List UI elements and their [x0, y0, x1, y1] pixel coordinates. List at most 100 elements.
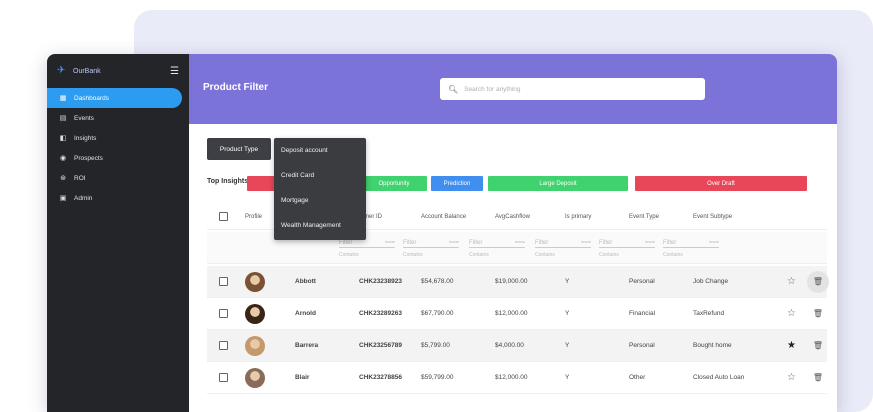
- table-row[interactable]: Arnold CHK23289263 $67,790.00 $12,000.00 Y Fi…: [207, 298, 827, 330]
- avg-cashflow: $12,000.00: [495, 310, 528, 317]
- event-type: Financial: [629, 310, 656, 317]
- customer-name: Barrera: [295, 342, 319, 349]
- brand-logo-icon: ✈: [57, 65, 66, 76]
- filter-input[interactable]: Filter ⩶: [403, 238, 459, 248]
- sidebar-item-prospects[interactable]: ◉ Prospects: [47, 148, 189, 168]
- sidebar-item-insights[interactable]: ◧ Insights: [47, 128, 189, 148]
- customer-name: Blair: [295, 374, 310, 381]
- column-filter[interactable]: Filter ⩶ Contains: [535, 238, 591, 258]
- row-checkbox[interactable]: [219, 309, 228, 318]
- main-content: Product Type Deposit account Credit Card M…: [189, 124, 837, 412]
- roi-icon: ⊛: [60, 175, 66, 182]
- filter-icon[interactable]: ⩶: [385, 239, 395, 246]
- filter-icon[interactable]: ⩶: [709, 239, 719, 246]
- column-filter[interactable]: Filter ⩶ Contains: [403, 238, 459, 258]
- sidebar: ✈ OurBank ☰ ▦ Dashboards ▤ Events ◧ Insights ◉…: [47, 54, 189, 412]
- sidebar-item-roi[interactable]: ⊛ ROI: [47, 168, 189, 188]
- account-balance: $5,799.00: [421, 342, 450, 349]
- header: Product Filter 🔍︎ Search for anything: [189, 54, 837, 124]
- insight-tag[interactable]: Large Deposit: [488, 176, 628, 191]
- is-primary: Y: [565, 310, 570, 317]
- trash-icon[interactable]: 🗑︎: [810, 370, 826, 386]
- table-row[interactable]: Barrera CHK23256789 $5,799.00 $4,000.00 Y Per…: [207, 330, 827, 362]
- column-header-event-type[interactable]: Event Type: [629, 214, 659, 220]
- avg-cashflow: $19,000.00: [495, 278, 528, 285]
- star-icon[interactable]: ☆: [787, 372, 796, 383]
- filter-placeholder: Filter: [339, 239, 353, 246]
- filter-mode-label: Contains: [339, 252, 359, 258]
- trash-icon[interactable]: 🗑︎: [810, 338, 826, 354]
- admin-icon: ▣: [59, 195, 67, 202]
- dropdown-option[interactable]: Credit Card: [274, 163, 366, 188]
- column-filter[interactable]: Filter ⩶ Contains: [469, 238, 525, 258]
- events-icon: ▤: [59, 115, 67, 122]
- customer-id: CHK23238923: [359, 278, 403, 285]
- filter-placeholder: Filter: [469, 239, 483, 246]
- customer-id: CHK23289263: [359, 310, 403, 317]
- filter-input[interactable]: Filter ⩶: [469, 238, 525, 248]
- column-filter[interactable]: Filter ⩶ Contains: [663, 238, 719, 258]
- filter-icon[interactable]: ⩶: [449, 239, 459, 246]
- column-header-profile[interactable]: Profile: [245, 214, 262, 220]
- account-balance: $59,799.00: [421, 374, 454, 381]
- row-checkbox[interactable]: [219, 277, 228, 286]
- search-placeholder: Search for anything: [464, 85, 521, 93]
- customer-name: Abbott: [295, 278, 316, 285]
- filter-mode-label: Contains: [535, 252, 555, 258]
- insight-tag[interactable]: Over Draft: [635, 176, 807, 191]
- filter-input[interactable]: Filter ⩶: [663, 238, 719, 248]
- table-row[interactable]: Blair CHK23278856 $59,799.00 $12,000.00 Y Oth…: [207, 362, 827, 394]
- hamburger-menu-icon[interactable]: ☰: [170, 66, 179, 77]
- row-checkbox[interactable]: [219, 341, 228, 350]
- search-icon: 🔍︎: [448, 84, 459, 94]
- column-filter[interactable]: Filter ⩶ Contains: [339, 238, 395, 258]
- event-subtype: TaxRefund: [693, 310, 725, 317]
- filter-mode-label: Contains: [599, 252, 619, 258]
- sidebar-item-label: Admin: [74, 194, 93, 202]
- sidebar-item-label: Events: [74, 114, 94, 122]
- column-header-event-subtype[interactable]: Event Subtype: [693, 214, 732, 220]
- dropdown-option[interactable]: Wealth Management: [274, 213, 366, 238]
- brand[interactable]: ✈ OurBank ☰: [47, 54, 189, 88]
- filter-icon[interactable]: ⩶: [515, 239, 525, 246]
- column-header-account-balance[interactable]: Account Balance: [421, 214, 466, 220]
- dropdown-option[interactable]: Mortgage: [274, 188, 366, 213]
- row-checkbox[interactable]: [219, 373, 228, 382]
- filter-placeholder: Filter: [403, 239, 417, 246]
- sidebar-item-events[interactable]: ▤ Events: [47, 108, 189, 128]
- column-header-avg-cashflow[interactable]: AvgCashflow: [495, 214, 530, 220]
- account-balance: $54,678.00: [421, 278, 454, 285]
- filter-icon[interactable]: ⩶: [645, 239, 655, 246]
- filter-mode-label: Contains: [403, 252, 423, 258]
- event-type: Personal: [629, 278, 655, 285]
- insight-tag[interactable]: Prediction: [431, 176, 483, 191]
- search-input[interactable]: 🔍︎ Search for anything: [440, 78, 705, 100]
- filter-input[interactable]: Filter ⩶: [599, 238, 655, 248]
- filter-icon[interactable]: ⩶: [581, 239, 591, 246]
- filter-input[interactable]: Filter ⩶: [535, 238, 591, 248]
- select-all-checkbox[interactable]: [219, 212, 228, 221]
- event-subtype: Closed Auto Loan: [693, 374, 745, 381]
- avg-cashflow: $12,000.00: [495, 374, 528, 381]
- sidebar-item-dashboards[interactable]: ▦ Dashboards: [47, 88, 182, 108]
- column-filter[interactable]: Filter ⩶ Contains: [599, 238, 655, 258]
- avatar: [245, 271, 265, 292]
- star-icon[interactable]: ☆: [787, 276, 796, 287]
- trash-icon[interactable]: 🗑︎: [807, 270, 829, 293]
- dashboard-icon: ▦: [59, 95, 67, 102]
- sidebar-item-admin[interactable]: ▣ Admin: [47, 188, 189, 208]
- star-icon[interactable]: ☆: [787, 308, 796, 319]
- trash-icon[interactable]: 🗑︎: [810, 306, 826, 322]
- avg-cashflow: $4,000.00: [495, 342, 524, 349]
- column-header-is-primary[interactable]: Is primary: [565, 214, 591, 220]
- dropdown-option[interactable]: Deposit account: [274, 138, 366, 163]
- sidebar-item-label: Insights: [74, 134, 97, 142]
- table-row[interactable]: Abbott CHK23238923 $54,678.00 $19,000.00 Y Pe…: [207, 266, 829, 298]
- avatar: [245, 303, 265, 324]
- star-icon[interactable]: ★: [787, 340, 796, 351]
- avatar: [245, 335, 265, 356]
- brand-name: OurBank: [73, 67, 101, 75]
- insight-tag[interactable]: Opportunity: [361, 176, 427, 191]
- product-type-button[interactable]: Product Type: [207, 138, 271, 160]
- filter-placeholder: Filter: [663, 239, 677, 246]
